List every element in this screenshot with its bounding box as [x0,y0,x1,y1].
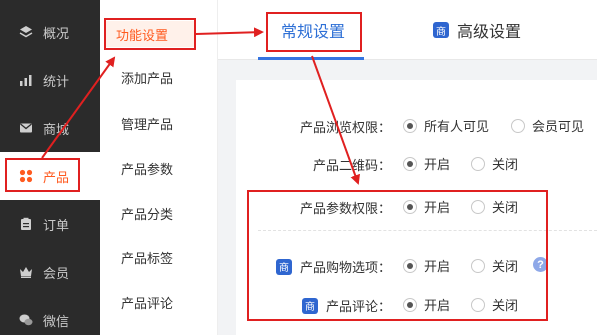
setting-label: 产品浏览权限： [299,120,391,135]
tab-advanced-settings[interactable]: 商 高级设置 [433,0,521,60]
layers-icon [19,25,33,39]
wechat-icon [19,313,33,327]
subnav-item-manage-products[interactable]: 管理产品 [100,112,218,134]
product-subnav: 功能设置 添加产品 管理产品 产品参数 产品分类 产品标签 产品评论 [100,0,218,335]
sidebar-item-label: 微信 [43,313,70,329]
radio-all-visible[interactable]: 所有人可见 [403,116,489,135]
mail-icon [19,121,33,135]
sidebar-item-overview[interactable]: 概况 [0,8,100,56]
clipboard-icon [19,217,33,231]
subnav-item-product-tags[interactable]: 产品标签 [100,246,218,268]
merchant-badge-icon: 商 [433,22,449,38]
radio-label: 所有人可见 [424,119,490,134]
setting-label: 产品二维码： [312,158,391,173]
highlight-general-tab [266,12,362,52]
sidebar-item-orders[interactable]: 订单 [0,200,100,248]
sidebar-item-label: 统计 [43,73,70,89]
tab-label: 高级设置 [457,24,522,41]
setting-row-browse-permission: 产品浏览权限： 所有人可见 会员可见 [236,113,597,137]
radio-members-visible[interactable]: 会员可见 [511,116,584,135]
radio-dot[interactable] [471,156,485,171]
sidebar-item-members[interactable]: 会员 [0,248,100,296]
radio-qrcode-off[interactable]: 关闭 [471,154,518,173]
highlight-products-menu [5,158,80,192]
subnav-item-product-categories[interactable]: 产品分类 [100,202,218,224]
setting-row-qrcode: 产品二维码： 开启 关闭 [236,151,597,175]
radio-label: 关闭 [492,157,519,172]
highlight-feature-settings [104,18,196,50]
sidebar-item-label: 会员 [43,265,70,281]
subnav-item-add-product[interactable]: 添加产品 [100,66,218,88]
sidebar-item-stats[interactable]: 统计 [0,56,100,104]
sidebar-item-mall[interactable]: 商城 [0,104,100,152]
radio-dot[interactable] [403,156,417,171]
sidebar-item-label: 概况 [43,25,70,41]
subnav-item-product-params[interactable]: 产品参数 [100,157,218,179]
sidebar-item-label: 订单 [43,217,70,233]
radio-dot[interactable] [403,118,417,133]
crown-icon [19,265,33,279]
radio-qrcode-on[interactable]: 开启 [403,154,450,173]
radio-label: 会员可见 [532,119,585,134]
sidebar-item-wechat[interactable]: 微信 [0,296,100,335]
active-tab-indicator [258,57,364,60]
radio-dot[interactable] [511,118,525,133]
subnav-item-product-reviews[interactable]: 产品评论 [100,291,218,313]
radio-label: 开启 [424,157,451,172]
highlight-settings-rows [247,190,548,321]
sidebar-item-label: 商城 [43,121,70,137]
chart-icon [19,73,33,87]
